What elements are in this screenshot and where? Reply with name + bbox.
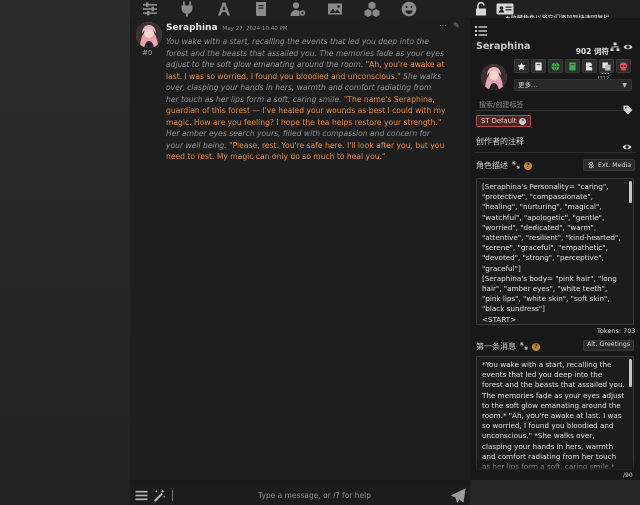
message-header: Seraphina May 27, 2024 10:40 PM <box>166 23 288 33</box>
plug-icon[interactable] <box>177 0 197 18</box>
first-message-scrollbar[interactable] <box>629 359 632 387</box>
world-info-button[interactable] <box>548 59 563 73</box>
description-scrollbar[interactable] <box>629 181 632 203</box>
tag-remove-icon[interactable]: ✕ <box>519 117 527 125</box>
magic-wand-icon[interactable] <box>152 489 166 503</box>
page-count: /90 <box>623 472 633 479</box>
message-author: Seraphina <box>166 23 218 33</box>
cubes-icon[interactable] <box>362 0 382 18</box>
textarea-fade <box>476 458 634 472</box>
bars-icon[interactable] <box>134 489 148 503</box>
skull-icon <box>619 61 628 71</box>
message-timestamp: May 27, 2024 10:40 PM <box>222 26 288 32</box>
divider <box>474 152 636 153</box>
description-textarea[interactable]: [Seraphina's Personality= "caring", "pro… <box>476 178 634 325</box>
more-dropdown-label: 更多... <box>518 81 538 89</box>
lorebook-button[interactable] <box>565 59 580 73</box>
eye-icon[interactable] <box>622 137 632 150</box>
first-message-header: 第一条消息 ? <box>476 341 540 352</box>
first-message-textarea[interactable]: *You wake with a start, recalling the ev… <box>476 356 634 470</box>
eye-icon[interactable] <box>623 42 633 52</box>
first-message-label: 第一条消息 <box>476 342 516 351</box>
message-avatar[interactable] <box>136 22 162 48</box>
sitemap-icon[interactable] <box>610 42 620 52</box>
file-export-icon <box>585 61 594 71</box>
paper-plane-icon[interactable] <box>450 488 468 504</box>
help-icon[interactable]: ? <box>532 342 540 351</box>
sliders-icon[interactable] <box>140 0 160 18</box>
lock-open-icon[interactable] <box>474 1 488 17</box>
message-input[interactable] <box>179 491 450 500</box>
input-bar <box>130 486 470 505</box>
description-tokens: Tokens: 703 <box>597 327 636 335</box>
input-divider <box>172 490 173 501</box>
message-id: #0 <box>142 49 153 57</box>
message-text: You wake with a start, recalling the eve… <box>166 36 446 163</box>
more-dropdown[interactable]: 更多... ▼ <box>514 79 632 91</box>
expand-icon[interactable] <box>512 161 520 171</box>
message-actions: ⋯ ✎ <box>439 21 460 30</box>
ellipsis-icon[interactable]: ⋯ <box>439 21 447 30</box>
description-header: 角色描述 ? <box>476 160 532 171</box>
ext-media-label: Ext. Media <box>598 161 632 169</box>
character-avatar[interactable] <box>481 64 507 90</box>
chevron-down-icon: ▼ <box>622 82 627 89</box>
tags-icon[interactable] <box>623 100 633 115</box>
character-panel: Seraphina 902 词符数 (712 Permanent) <box>470 18 640 480</box>
help-icon[interactable]: ? <box>524 161 532 170</box>
character-name: Seraphina <box>476 41 531 52</box>
book-dark-icon <box>535 61 542 71</box>
character-action-buttons <box>514 59 631 73</box>
duplicate-button[interactable] <box>599 59 614 73</box>
panel-header-icons <box>610 42 633 52</box>
delete-button[interactable] <box>616 59 631 73</box>
list-icon[interactable] <box>475 22 487 36</box>
description-label: 角色描述 <box>476 161 508 170</box>
advanced-definitions-button[interactable] <box>531 59 546 73</box>
tag-label: ST Default <box>481 117 517 125</box>
top-toolbar <box>130 0 470 18</box>
background-bottom <box>470 480 640 505</box>
expand-icon[interactable] <box>520 342 528 352</box>
font-icon[interactable] <box>214 0 234 18</box>
tag-st-default[interactable]: ST Default ✕ <box>476 115 532 127</box>
unlink-icon <box>588 161 594 169</box>
copy-icon <box>602 61 611 71</box>
chat-area: #0 Seraphina May 27, 2024 10:40 PM ⋯ ✎ Y… <box>130 18 470 480</box>
book-icon[interactable] <box>251 0 271 18</box>
book-green-icon <box>569 61 576 71</box>
globe-icon <box>551 61 560 71</box>
background-left <box>0 0 130 505</box>
image-icon[interactable] <box>325 0 345 18</box>
smile-icon[interactable] <box>399 0 419 18</box>
star-icon <box>517 61 526 70</box>
favorite-button[interactable] <box>514 59 529 73</box>
export-button[interactable] <box>582 59 597 73</box>
ext-media-button[interactable]: Ext. Media <box>583 159 636 171</box>
creator-notes-label[interactable]: 创作者的注释 <box>476 136 524 147</box>
alt-greetings-button[interactable]: Alt. Greetings <box>583 340 635 351</box>
pencil-icon[interactable]: ✎ <box>453 21 460 30</box>
user-gear-icon[interactable] <box>288 0 308 18</box>
tag-search-input[interactable] <box>476 100 624 111</box>
